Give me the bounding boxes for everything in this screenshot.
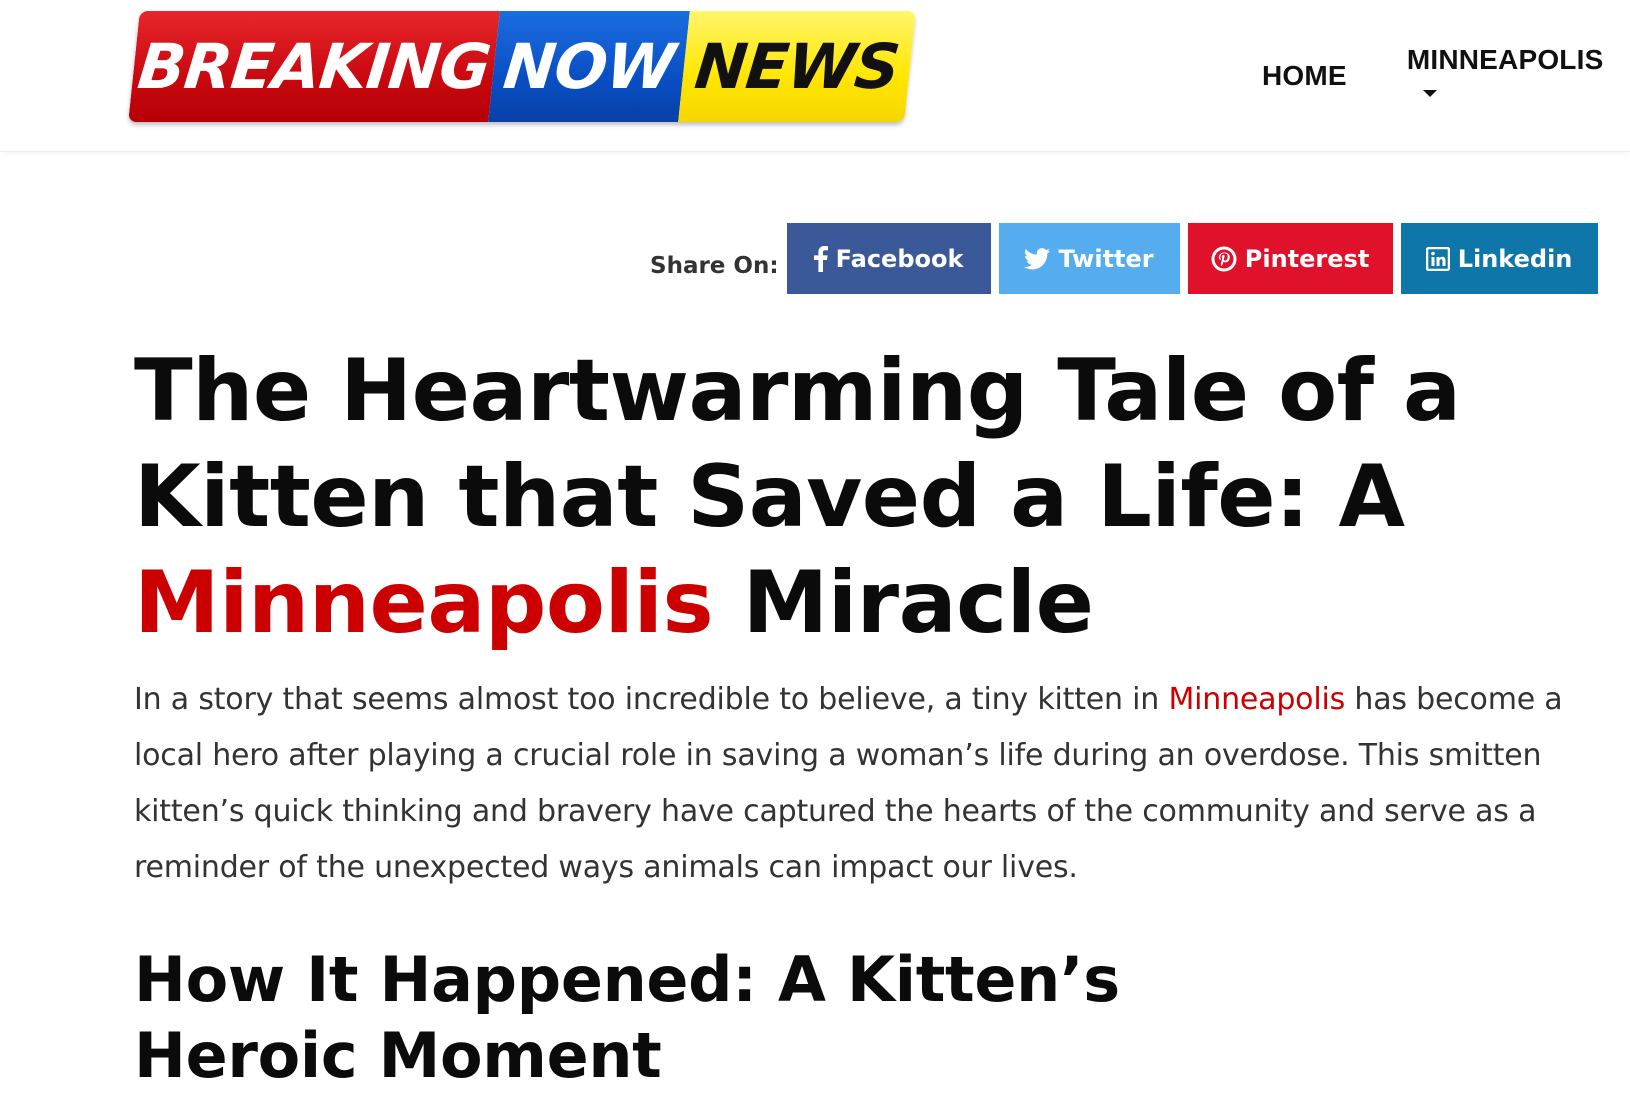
share-linkedin-button[interactable]: Linkedin xyxy=(1400,223,1598,294)
share-label: Share On: xyxy=(650,252,779,279)
site-header: BREAKING NOW NEWS HOME MINNEAPOLIS xyxy=(0,0,1630,152)
pinterest-icon xyxy=(1211,246,1237,272)
share-linkedin-label: Linkedin xyxy=(1457,244,1573,273)
article-title: The Heartwarming Tale of a Kitten that S… xyxy=(134,338,1594,656)
article-title-part2: Miracle xyxy=(713,553,1094,653)
share-twitter-label: Twitter xyxy=(1058,244,1154,273)
nav-minneapolis-link[interactable]: MINNEAPOLIS xyxy=(1407,44,1630,108)
main-nav: HOME MINNEAPOLIS xyxy=(1262,44,1630,108)
nav-minneapolis-label: MINNEAPOLIS xyxy=(1406,44,1604,75)
article-title-minneapolis-link[interactable]: Minneapolis xyxy=(134,553,714,653)
facebook-icon xyxy=(813,245,828,272)
article-title-part1: The Heartwarming Tale of a Kitten that S… xyxy=(134,341,1461,547)
logo-word-breaking: BREAKING xyxy=(128,11,500,122)
chevron-down-icon xyxy=(1422,90,1437,98)
article-lead-paragraph: In a story that seems almost too incredi… xyxy=(134,672,1596,896)
lead-minneapolis-link[interactable]: Minneapolis xyxy=(1168,682,1345,717)
share-bar: Share On: Facebook Twitter Pinterest Lin… xyxy=(650,223,1598,294)
share-facebook-button[interactable]: Facebook xyxy=(786,223,991,294)
share-pinterest-button[interactable]: Pinterest xyxy=(1187,223,1393,294)
share-facebook-label: Facebook xyxy=(835,244,964,273)
twitter-icon xyxy=(1024,247,1051,270)
nav-home-link[interactable]: HOME xyxy=(1262,60,1347,92)
lead-part1: In a story that seems almost too incredi… xyxy=(134,682,1169,717)
logo-word-news: NEWS xyxy=(678,11,916,122)
site-logo[interactable]: BREAKING NOW NEWS xyxy=(128,11,916,122)
share-twitter-button[interactable]: Twitter xyxy=(998,223,1180,294)
section-heading: How It Happened: A Kitten’s Heroic Momen… xyxy=(134,943,1120,1092)
linkedin-icon xyxy=(1425,246,1450,271)
share-pinterest-label: Pinterest xyxy=(1244,244,1370,273)
logo-word-now: NOW xyxy=(488,11,690,122)
article: The Heartwarming Tale of a Kitten that S… xyxy=(134,338,1594,1094)
